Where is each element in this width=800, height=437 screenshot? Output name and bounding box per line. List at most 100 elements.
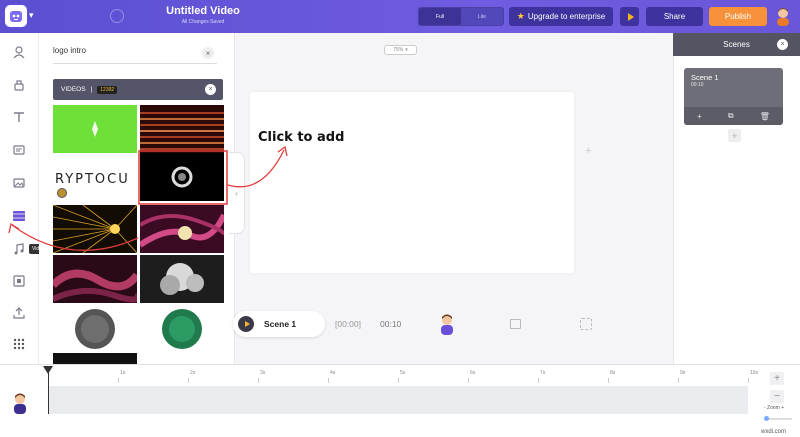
video-thumbnail[interactable] [53, 105, 137, 153]
user-avatar[interactable] [773, 6, 793, 26]
ruler-tick [468, 378, 469, 383]
add-scene-button[interactable]: + [728, 129, 741, 142]
ruler-tick [328, 378, 329, 383]
music-note-list-icon[interactable] [12, 143, 26, 157]
character-avatar-icon[interactable] [438, 313, 456, 335]
app-logo[interactable] [5, 5, 27, 27]
ruler-tick-label: 9s [680, 370, 686, 376]
thumbnail-text: RYPTOCU [55, 172, 130, 187]
watermark: wxdi.com [761, 429, 787, 435]
upload-icon[interactable] [12, 306, 26, 320]
background-icon[interactable] [12, 274, 26, 288]
scenes-title: Scenes [723, 40, 750, 49]
text-icon[interactable] [12, 110, 26, 124]
scene-card-name: Scene 1 [691, 73, 719, 82]
chevron-left-icon: ‹ [235, 188, 238, 198]
music-icon[interactable] [12, 242, 26, 256]
video-thumbnail-selected[interactable] [140, 153, 224, 201]
upgrade-button[interactable]: ★ Upgrade to enterprise [509, 7, 613, 26]
zoom-level: 75% [393, 47, 404, 53]
timeline-zoom-out-button[interactable]: − [770, 390, 784, 403]
ruler-tick-label: 3s [260, 370, 266, 376]
asset-panel: × VIDEOS | 12392 × RYPTOCU [39, 33, 235, 364]
timeline-zoom-in-button[interactable]: + [770, 372, 784, 385]
save-status: All Changes Saved [181, 19, 225, 25]
ruler-tick-label: 4s [330, 370, 336, 376]
publish-button[interactable]: Publish [709, 7, 767, 26]
properties-icon[interactable] [12, 78, 26, 92]
history-icon[interactable] [110, 9, 124, 23]
timeline-ruler: 1s 2s 3s 4s 5s 6s 7s 8s 9s 10s [48, 364, 758, 384]
mode-toggle[interactable]: Full Lite [418, 7, 504, 26]
video-thumbnail[interactable] [140, 353, 224, 364]
image-icon[interactable] [12, 176, 26, 190]
scene-playback-control: Scene 1 [233, 311, 325, 337]
category-label: VIDEOS [61, 86, 86, 93]
app-root: ▾ Untitled Video All Changes Saved Full … [0, 0, 800, 437]
video-thumbnail[interactable] [53, 205, 137, 253]
category-header: VIDEOS | 12392 × [53, 79, 223, 100]
clear-search-icon[interactable]: × [202, 47, 214, 59]
ruler-tick [538, 378, 539, 383]
video-thumbnail[interactable] [140, 255, 224, 303]
video-thumbnail[interactable] [140, 305, 224, 353]
chevron-down-icon: ▾ [405, 47, 408, 53]
toggle-lite[interactable]: Lite [461, 8, 503, 25]
ruler-tick-label: 2s [190, 370, 196, 376]
add-icon[interactable]: + [585, 145, 591, 157]
ruler-tick [678, 378, 679, 383]
project-title[interactable]: Untitled Video [150, 5, 256, 17]
scene-card-duration: 00:10 [691, 82, 704, 88]
ruler-tick [188, 378, 189, 383]
track-character-icon [14, 393, 26, 414]
video-thumbnail[interactable]: RYPTOCU [53, 157, 137, 205]
fit-screen-icon[interactable] [580, 318, 592, 330]
background-settings-icon[interactable] [510, 319, 521, 329]
ruler-tick-label: 6s [470, 370, 476, 376]
scene-card-actions: + ⧉ 🗑 [684, 107, 783, 125]
video-thumbnail[interactable] [53, 255, 137, 303]
scene-time-start: [00:00] [335, 319, 361, 329]
timeline-track[interactable] [48, 386, 748, 414]
canvas-zoom-select[interactable]: 75% ▾ [384, 45, 417, 55]
click-to-add-hint: Click to add [258, 130, 345, 145]
timeline-zoom-label: - Zoom + [764, 405, 785, 411]
preview-play-button[interactable] [620, 7, 639, 26]
top-bar: ▾ Untitled Video All Changes Saved Full … [0, 0, 800, 33]
collapse-panel-tab[interactable]: ‹ [229, 152, 245, 234]
video-thumbnail[interactable] [53, 305, 137, 353]
scene-card[interactable]: Scene 1 00:10 + ⧉ 🗑 [684, 68, 783, 125]
toggle-full[interactable]: Full [419, 8, 461, 25]
logo-mark-icon [57, 188, 67, 198]
playhead-line [48, 372, 49, 414]
scene-time-end[interactable]: 00:10 [380, 319, 401, 329]
ruler-tick-label: 10s [750, 370, 759, 376]
duplicate-icon[interactable]: ⧉ [728, 111, 734, 121]
scene-canvas[interactable] [250, 92, 574, 273]
ruler-tick-label: 1s [120, 370, 126, 376]
ruler-tick [118, 378, 119, 383]
category-separator: | [90, 86, 93, 93]
close-category-icon[interactable]: × [205, 84, 216, 95]
timeline-zoom-slider[interactable] [766, 418, 792, 420]
share-button[interactable]: Share [646, 7, 703, 26]
video-thumbnail[interactable] [140, 105, 224, 153]
ruler-tick [748, 378, 749, 383]
star-icon: ★ [516, 11, 525, 21]
scene-play-button[interactable] [238, 316, 254, 332]
video-thumbnail[interactable] [53, 353, 137, 364]
search-input[interactable] [53, 43, 213, 57]
timeline-zoom-knob[interactable] [764, 416, 769, 421]
ruler-tick [608, 378, 609, 383]
scene-name: Scene 1 [264, 319, 297, 329]
chevron-down-icon[interactable]: ▾ [29, 10, 34, 21]
video-thumbnail[interactable] [140, 205, 224, 253]
add-icon[interactable]: + [697, 112, 702, 121]
close-scenes-icon[interactable]: × [777, 39, 788, 50]
ruler-tick-label: 5s [400, 370, 406, 376]
video-icon[interactable] [12, 209, 26, 223]
result-count: 12392 [97, 85, 118, 94]
character-icon[interactable] [12, 45, 26, 59]
trash-icon[interactable]: 🗑 [760, 112, 770, 121]
more-grid-icon[interactable] [12, 337, 26, 351]
